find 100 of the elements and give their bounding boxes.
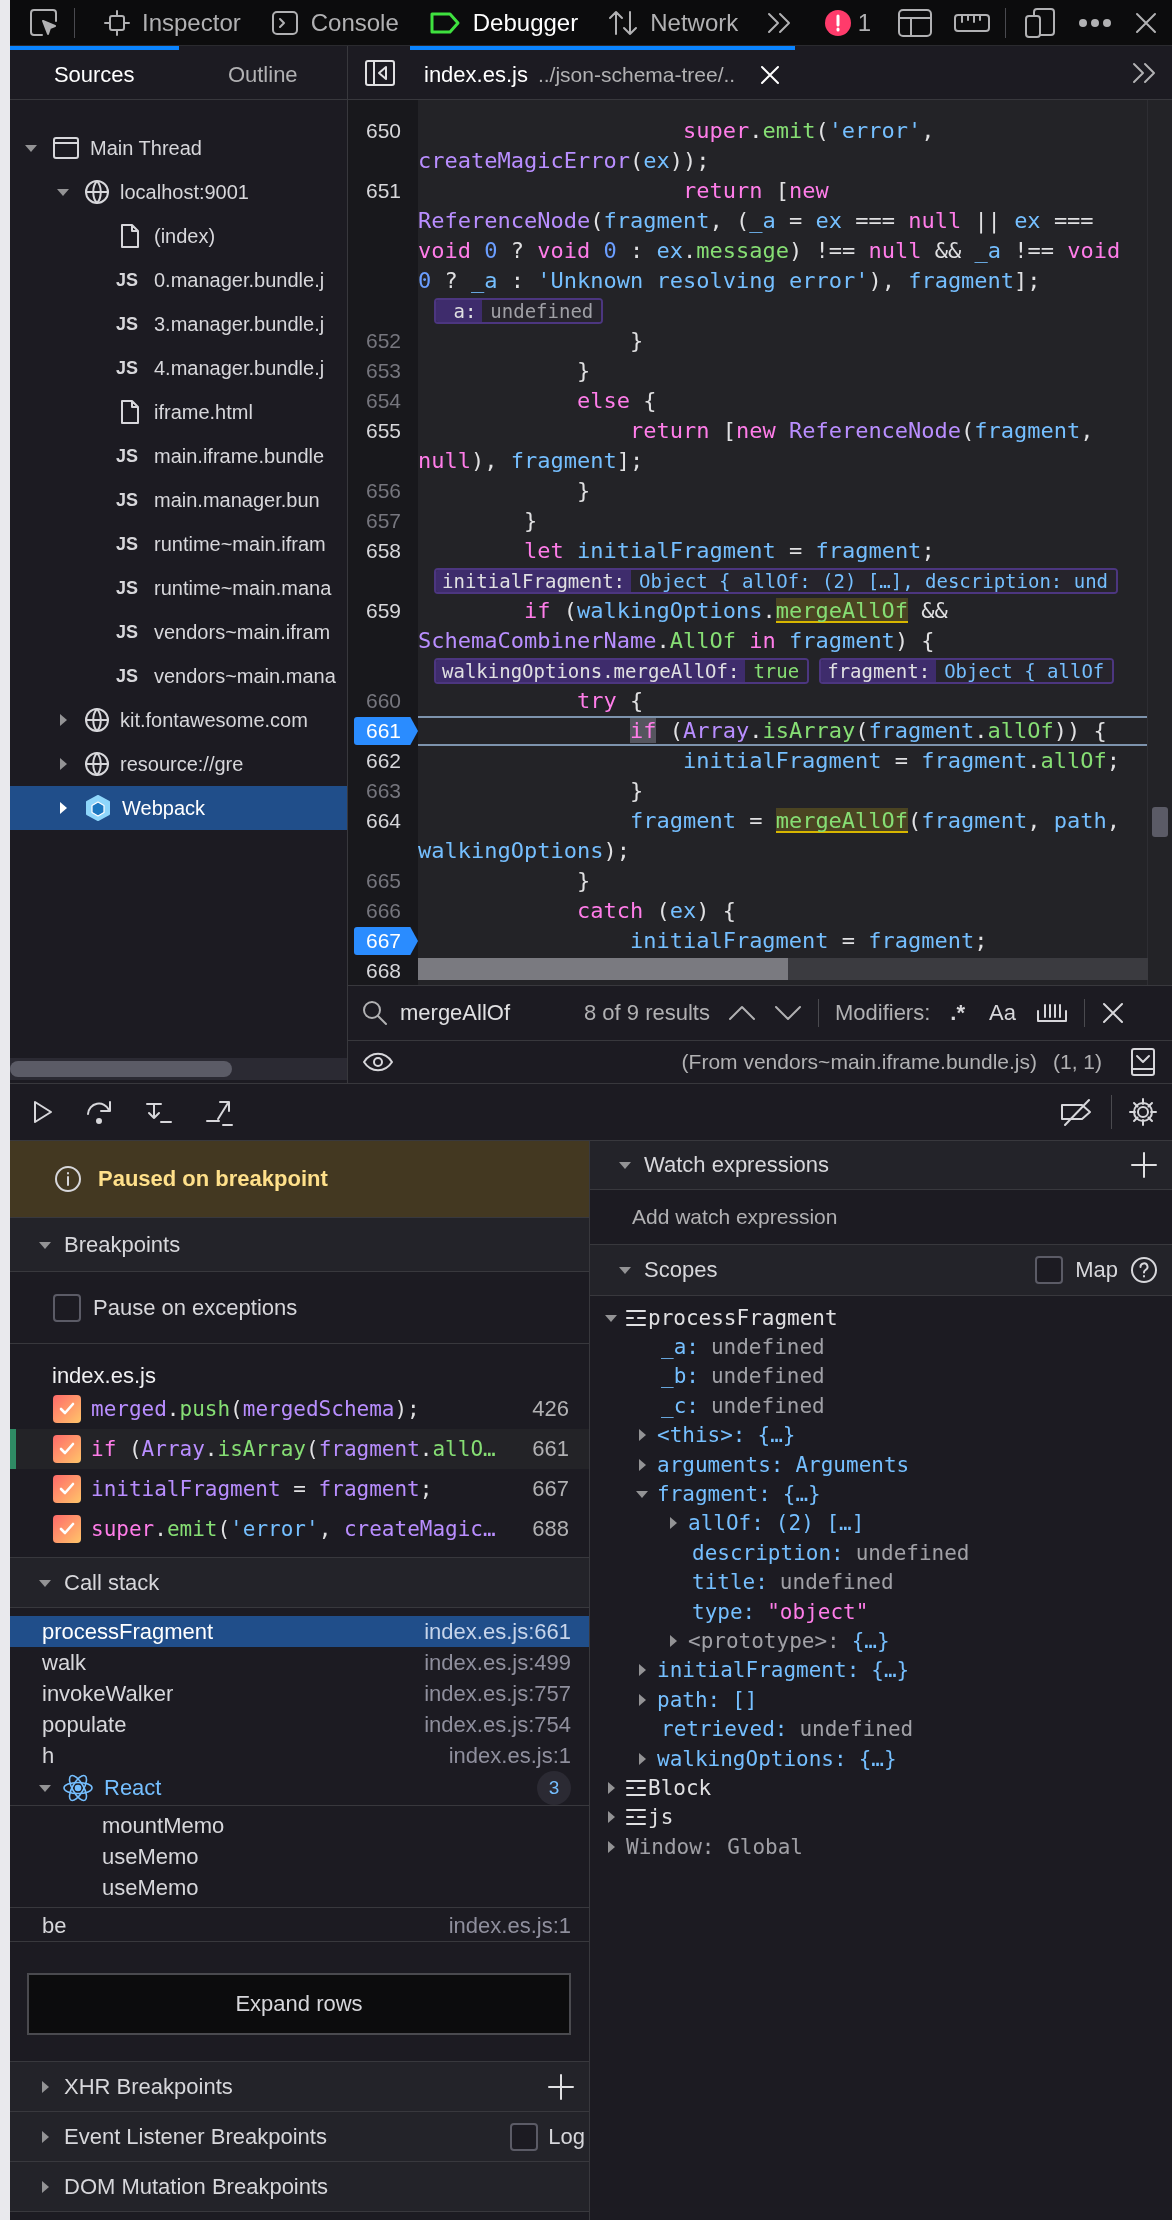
layout-icon[interactable] — [897, 7, 933, 38]
tree-item[interactable]: resource://gre — [10, 742, 347, 786]
close-icon[interactable] — [759, 63, 782, 86]
close-icon[interactable] — [1134, 10, 1158, 35]
section-header[interactable]: XHR Breakpoints — [10, 2062, 589, 2112]
stack-frame[interactable]: mountMemo — [10, 1810, 589, 1841]
breakpoint-item[interactable]: if (Array.isArray(fragment.allO… 661 — [10, 1429, 589, 1469]
horizontal-scrollbar[interactable] — [418, 958, 1148, 980]
whole-word-icon[interactable] — [1035, 1001, 1068, 1025]
settings-icon[interactable] — [1128, 1097, 1158, 1127]
checkbox[interactable] — [53, 1435, 81, 1463]
toolbar-tab[interactable]: Inspector — [89, 0, 256, 45]
section-header[interactable]: Call stack — [10, 1558, 589, 1608]
tree-item[interactable]: Main Thread — [10, 126, 347, 170]
tree-item[interactable]: kit.fontawesome.com — [10, 698, 347, 742]
stack-frame[interactable]: processFragment index.es.js:661 — [10, 1616, 589, 1647]
checkbox[interactable] — [1035, 1256, 1064, 1284]
checkbox[interactable] — [53, 1293, 81, 1322]
search-field[interactable]: mergeAllOf — [400, 1000, 570, 1026]
tree-item[interactable]: Webpack — [10, 786, 347, 830]
expand-rows-button[interactable]: Expand rows — [27, 1973, 571, 2035]
variable-name: walkingOptions: — [657, 1746, 847, 1771]
watch-expression-field[interactable]: Add watch expression — [590, 1190, 1172, 1244]
error-icon[interactable] — [823, 8, 852, 37]
stack-frame[interactable]: h index.es.js:1 — [10, 1740, 589, 1771]
code-line: } — [575, 357, 592, 385]
previous-result-icon[interactable] — [727, 1004, 756, 1022]
checkbox[interactable] — [53, 1475, 81, 1503]
pick-element-icon[interactable] — [28, 6, 60, 39]
console-icon — [270, 9, 299, 36]
code-line: } — [628, 777, 645, 805]
regex-toggle[interactable]: .* — [938, 1000, 977, 1026]
sidebar-tab[interactable]: Sources — [10, 46, 179, 99]
breakpoint-code: if (Array.isArray(fragment.allO… — [91, 1437, 497, 1461]
breakpoint-item[interactable]: merged.push(mergedSchema); 426 — [10, 1389, 589, 1429]
stack-frame[interactable]: walk index.es.js:499 — [10, 1647, 589, 1678]
close-icon[interactable] — [1100, 1001, 1125, 1025]
checkbox[interactable] — [53, 1395, 81, 1423]
chevrons-icon[interactable] — [1130, 60, 1158, 85]
section-header[interactable]: Watch expressions — [590, 1141, 1172, 1190]
breakpoint-line: 661 — [532, 1436, 569, 1462]
tree-item[interactable]: JS main.iframe.bundle — [10, 434, 347, 478]
tree-item[interactable]: JS 3.manager.bundle.j — [10, 302, 347, 346]
preview-value: Object { allOf: (2) […], description: und — [631, 570, 1117, 592]
next-result-icon[interactable] — [773, 1004, 802, 1022]
js-file-icon: JS — [116, 621, 144, 643]
breakpoint-item[interactable]: initialFragment = fragment; 667 — [10, 1469, 589, 1509]
tree-item[interactable]: JS 4.manager.bundle.j — [10, 346, 347, 390]
checkbox[interactable] — [53, 1515, 81, 1543]
tree-item[interactable]: JS 0.manager.bundle.j — [10, 258, 347, 302]
breakpoint-line: 426 — [532, 1396, 569, 1422]
section-header[interactable]: Scopes Map — [590, 1245, 1172, 1296]
section-header[interactable]: Event Listener Breakpoints Log — [10, 2112, 589, 2162]
variable-name: arguments: — [657, 1452, 784, 1477]
breakpoint-item[interactable]: super.emit('error', createMagic… 688 — [10, 1509, 589, 1549]
tree-item[interactable]: JS vendors~main.mana — [10, 654, 347, 698]
stack-frame[interactable]: useMemo — [10, 1872, 589, 1903]
variable-value: undefined — [799, 1717, 914, 1742]
tree-item[interactable]: JS vendors~main.ifram — [10, 610, 347, 654]
tree-item[interactable]: iframe.html — [10, 390, 347, 434]
more-icon[interactable] — [1078, 17, 1112, 28]
breakpoint-code: super.emit('error', createMagic… — [91, 1517, 497, 1541]
toolbar-tab[interactable]: Console — [255, 0, 414, 45]
resume-icon[interactable] — [32, 1099, 54, 1125]
scope-name: js — [648, 1805, 674, 1830]
responsive-design-icon[interactable] — [1024, 6, 1056, 39]
toolbar-tab[interactable]: Debugger — [413, 0, 594, 45]
stack-frame[interactable]: invokeWalker index.es.js:757 — [10, 1678, 589, 1709]
sidebar-toggle-icon[interactable] — [364, 58, 396, 87]
cube-icon — [84, 794, 112, 822]
pretty-print-icon[interactable] — [1130, 1047, 1156, 1077]
section-header[interactable]: DOM Mutation Breakpoints — [10, 2162, 589, 2212]
section-title: Scopes — [644, 1257, 719, 1283]
checkbox[interactable] — [510, 2122, 539, 2151]
add-icon[interactable] — [547, 2072, 575, 2101]
tree-item[interactable]: JS runtime~main.ifram — [10, 522, 347, 566]
help-icon[interactable] — [1130, 1256, 1158, 1284]
variable-name: initialFragment: — [657, 1658, 860, 1683]
toolbar-tab[interactable]: Network — [593, 0, 754, 45]
section-title: XHR Breakpoints — [64, 2073, 234, 2100]
step-over-icon[interactable] — [84, 1098, 114, 1126]
code-line: initialFragment = fragment; — [628, 927, 989, 955]
stack-frame[interactable]: be index.es.js:1 — [10, 1910, 589, 1941]
tree-item[interactable]: (index) — [10, 214, 347, 258]
scope-icon — [626, 1307, 646, 1328]
case-sensitive-toggle[interactable]: Aa — [977, 1000, 1028, 1026]
frame-group[interactable]: React 3 — [10, 1771, 589, 1806]
add-icon[interactable] — [1130, 1151, 1158, 1179]
horizontal-scrollbar[interactable] — [10, 1058, 347, 1080]
code-line: super.emit('error', createMagicError(ex)); — [418, 117, 936, 175]
tree-item[interactable]: localhost:9001 — [10, 170, 347, 214]
section-header[interactable]: Breakpoints — [10, 1218, 589, 1272]
eye-icon[interactable] — [362, 1051, 394, 1073]
stack-frame[interactable]: useMemo — [10, 1841, 589, 1872]
stack-frame[interactable]: populate index.es.js:754 — [10, 1709, 589, 1740]
tree-item[interactable]: JS runtime~main.mana — [10, 566, 347, 610]
sidebar-tab[interactable]: Outline — [178, 46, 347, 99]
tree-item[interactable]: JS main.manager.bun — [10, 478, 347, 522]
variable-value: undefined — [710, 1335, 825, 1360]
code-line: let initialFragment = fragment; — [522, 537, 936, 565]
